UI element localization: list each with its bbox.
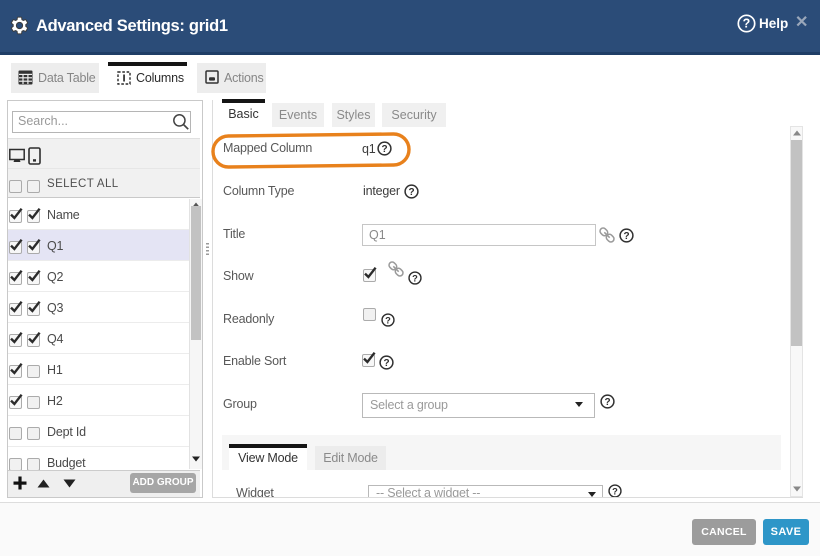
svg-text:?: ?	[385, 315, 391, 325]
svg-text:?: ?	[612, 486, 618, 496]
svg-text:?: ?	[408, 187, 414, 198]
svg-text:?: ?	[383, 358, 389, 369]
svg-text:?: ?	[604, 397, 610, 408]
svg-text:?: ?	[412, 273, 418, 283]
svg-text:?: ?	[623, 231, 629, 242]
svg-text:?: ?	[743, 17, 751, 31]
